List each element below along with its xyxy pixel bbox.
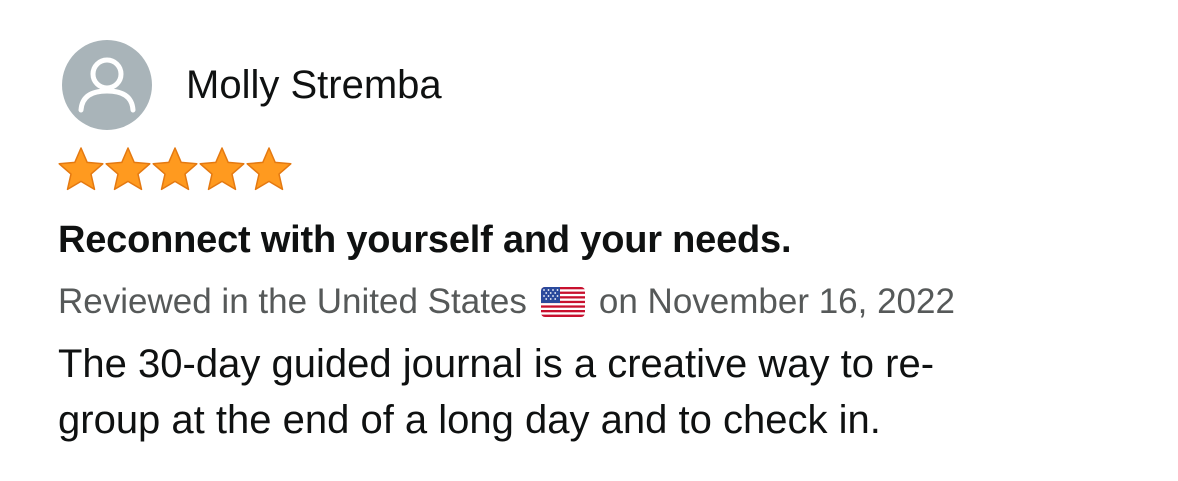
review-body: The 30-day guided journal is a creative … (58, 336, 1148, 448)
default-user-avatar-icon (78, 57, 136, 113)
star-icon (245, 145, 293, 193)
avatar[interactable] (62, 40, 152, 130)
review-meta: Reviewed in the United States on Novembe… (58, 281, 955, 323)
review-body-line: The 30-day guided journal is a creative … (58, 342, 935, 386)
star-icon (151, 145, 199, 193)
review-card: Molly Stremba Reconnect with yourself an… (0, 0, 1178, 481)
star-rating[interactable] (57, 145, 292, 193)
star-icon (198, 145, 246, 193)
star-icon (104, 145, 152, 193)
star-icon (57, 145, 105, 193)
us-flag-icon (540, 287, 585, 317)
reviewer-name[interactable]: Molly Stremba (186, 61, 442, 109)
reviewer-profile[interactable]: Molly Stremba (62, 40, 442, 130)
review-title[interactable]: Reconnect with yourself and your needs. (58, 217, 792, 263)
review-location-text: Reviewed in the United States (58, 282, 527, 321)
review-date-text: on November 16, 2022 (598, 282, 955, 321)
review-body-line: group at the end of a long day and to ch… (58, 398, 881, 442)
